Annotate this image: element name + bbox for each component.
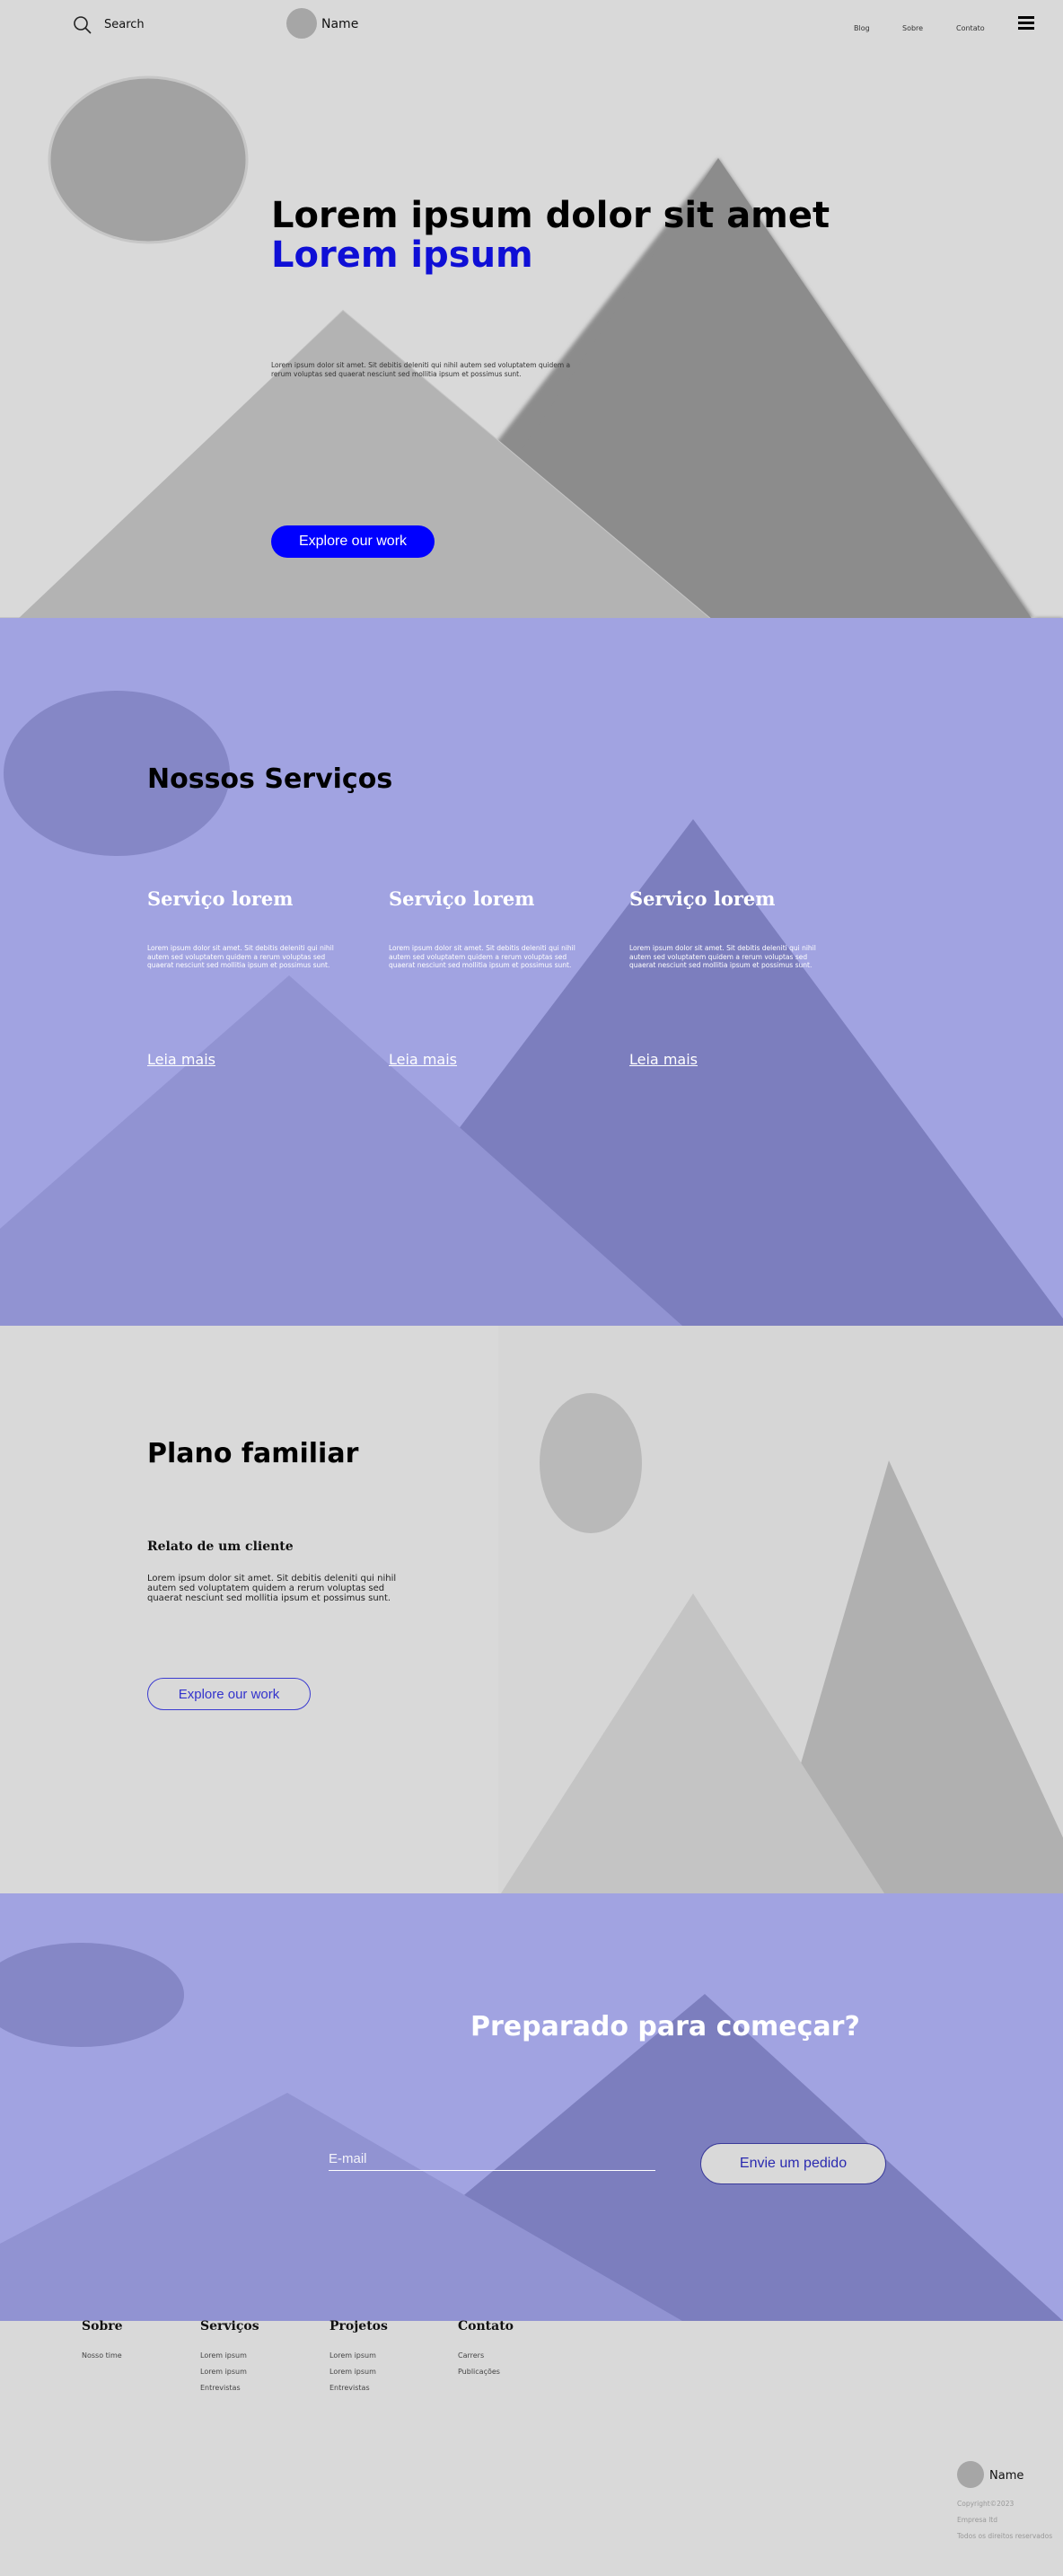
cta-title: Preparado para começar? [470, 2011, 860, 2042]
footer-heading-sobre: Sobre [82, 2319, 123, 2333]
footer-link[interactable]: Lorem ipsum [200, 2351, 247, 2360]
top-header: Search Name Blog Sobre Contato [0, 0, 1063, 50]
footer-link[interactable]: Entrevistas [200, 2384, 241, 2392]
search-icon[interactable] [72, 14, 93, 36]
service-read-more-link-1[interactable]: Leia mais [147, 1051, 215, 1068]
footer-heading-servicos: Serviços [200, 2319, 259, 2333]
family-explore-button[interactable]: Explore our work [147, 1678, 311, 1710]
company-name: Empresa ltd [957, 2516, 998, 2524]
footer-heading-contato: Contato [458, 2319, 514, 2333]
nav-link-sobre[interactable]: Sobre [902, 24, 923, 32]
service-title-3: Serviço lorem [629, 887, 776, 910]
family-background [0, 1326, 1063, 1893]
footer-link[interactable]: Lorem ipsum [329, 2368, 376, 2376]
service-text-3: Lorem ipsum dolor sit amet. Sit debitis … [629, 944, 816, 969]
services-background [0, 618, 1063, 1326]
footer-link[interactable]: Nosso time [82, 2351, 122, 2360]
service-read-more-link-3[interactable]: Leia mais [629, 1051, 698, 1068]
service-title-1: Serviço lorem [147, 887, 294, 910]
hero-subtitle: Lorem ipsum [271, 234, 533, 276]
footer-avatar [957, 2461, 984, 2488]
service-text-1: Lorem ipsum dolor sit amet. Sit debitis … [147, 944, 334, 969]
cta-background [0, 1893, 1063, 2321]
service-text-2: Lorem ipsum dolor sit amet. Sit debitis … [389, 944, 575, 969]
hero-title: Lorem ipsum dolor sit amet [271, 195, 830, 236]
testimonial-text: Lorem ipsum dolor sit amet. Sit debitis … [147, 1574, 397, 1603]
footer-link[interactable]: Carrers [458, 2351, 484, 2360]
footer-heading-projetos: Projetos [329, 2319, 388, 2333]
hero-background [0, 0, 1063, 618]
explore-our-work-button[interactable]: Explore our work [271, 525, 435, 558]
email-input[interactable] [329, 2147, 655, 2171]
send-request-button[interactable]: Envie um pedido [700, 2143, 886, 2184]
family-decorative-circle [540, 1393, 642, 1533]
service-title-2: Serviço lorem [389, 887, 535, 910]
footer-user-name: Name [989, 2469, 1024, 2483]
footer-link[interactable]: Entrevistas [329, 2384, 370, 2392]
nav-link-blog[interactable]: Blog [854, 24, 870, 32]
user-name[interactable]: Name [321, 17, 358, 31]
testimonial-title: Relato de um cliente [147, 1539, 294, 1554]
search-label[interactable]: Search [104, 18, 145, 31]
hamburger-menu-icon[interactable] [1018, 16, 1034, 30]
family-plan-title: Plano familiar [147, 1438, 359, 1469]
hero-decorative-circle [48, 75, 249, 244]
service-read-more-link-2[interactable]: Leia mais [389, 1051, 457, 1068]
avatar[interactable] [286, 8, 317, 39]
nav-link-contato[interactable]: Contato [956, 24, 985, 32]
footer-link[interactable]: Lorem ipsum [329, 2351, 376, 2360]
footer-link[interactable]: Publicações [458, 2368, 500, 2376]
services-title: Nossos Serviços [147, 763, 393, 795]
copyright-text: Copyright©2023 [957, 2500, 1015, 2508]
footer-link[interactable]: Lorem ipsum [200, 2368, 247, 2376]
rights-text: Todos os direitos reservados [957, 2532, 1053, 2540]
hero-description: Lorem ipsum dolor sit amet. Sit debitis … [271, 361, 571, 378]
